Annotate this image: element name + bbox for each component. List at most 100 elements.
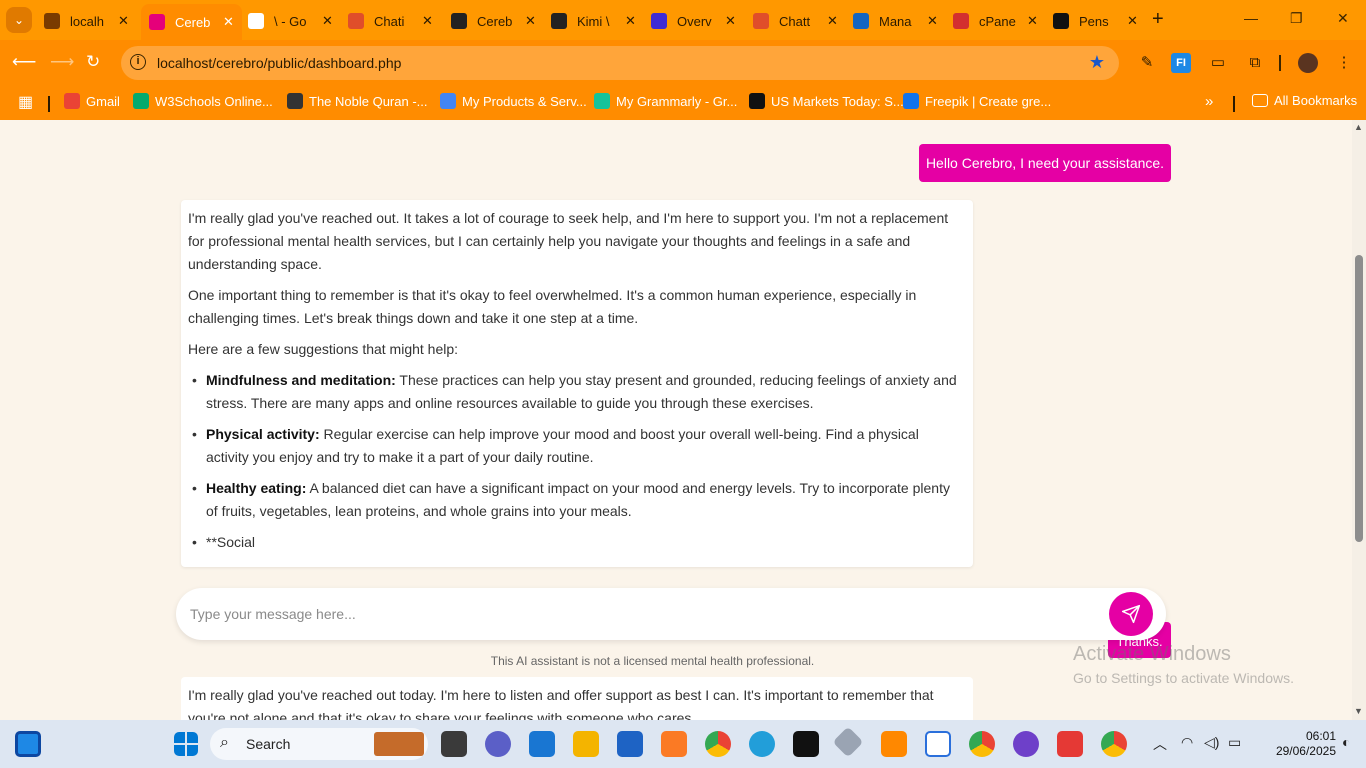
- tab-close-icon[interactable]: ✕: [322, 13, 333, 29]
- more-bookmarks-chevron-icon[interactable]: »: [1205, 93, 1213, 110]
- tab-close-icon[interactable]: ✕: [725, 13, 736, 29]
- volume-icon[interactable]: ◁): [1204, 734, 1219, 751]
- scroll-up-arrow-icon[interactable]: ▲: [1354, 122, 1363, 132]
- tab-close-icon[interactable]: ✕: [827, 13, 838, 29]
- tab-close-icon[interactable]: ✕: [625, 13, 636, 29]
- bookmark-item[interactable]: Freepik | Create gre...: [903, 93, 1051, 109]
- message-input[interactable]: [190, 602, 1090, 626]
- widgets-icon[interactable]: [15, 731, 41, 757]
- snipping-tool-icon[interactable]: [925, 731, 951, 757]
- url-text[interactable]: localhost/cerebro/public/dashboard.php: [157, 55, 401, 71]
- browser-tab[interactable]: Mana ✕: [845, 6, 946, 36]
- browser-tab[interactable]: localh ✕: [36, 6, 137, 36]
- message-input-bar: [176, 588, 1166, 640]
- bot-paragraph: Here are a few suggestions that might he…: [188, 341, 459, 357]
- chrome-profile-icon[interactable]: [969, 731, 995, 757]
- new-tab-button[interactable]: +: [1152, 8, 1164, 31]
- browser-tab[interactable]: \ - Go ✕: [240, 6, 341, 36]
- inkscape-icon[interactable]: [793, 731, 819, 757]
- start-windows-icon[interactable]: [174, 732, 198, 756]
- chat-area: Hello Cerebro, I need your assistance. I…: [0, 120, 1352, 720]
- tab-close-icon[interactable]: ✕: [1127, 13, 1138, 29]
- kimi-icon: [551, 13, 567, 29]
- suggestion-title: Healthy eating:: [206, 480, 307, 496]
- scrollbar-thumb[interactable]: [1355, 255, 1363, 542]
- battery-icon[interactable]: ▭: [1228, 734, 1241, 751]
- page-scrollbar[interactable]: ▲ ▼: [1352, 120, 1366, 720]
- search-icon: ⌕: [220, 734, 229, 751]
- chrome-icon[interactable]: [705, 731, 731, 757]
- back-button[interactable]: ⟵: [12, 52, 36, 72]
- tab-close-icon[interactable]: ✕: [118, 13, 129, 29]
- tab-close-icon[interactable]: ✕: [927, 13, 938, 29]
- bookmark-item[interactable]: US Markets Today: S...: [749, 93, 904, 109]
- bookmark-item[interactable]: Gmail: [64, 93, 120, 109]
- bookmark-item[interactable]: The Noble Quran -...: [287, 93, 428, 109]
- tab-title: Overv: [677, 13, 712, 29]
- cpanel-icon: [953, 13, 969, 29]
- extensions-puzzle-icon[interactable]: ⧉: [1245, 53, 1265, 73]
- browser-tab[interactable]: Kimi \ ✕: [543, 6, 644, 36]
- bookmark-label: US Markets Today: S...: [771, 93, 904, 109]
- forward-button[interactable]: ⟶: [50, 52, 74, 72]
- chrome-alt-icon[interactable]: [1101, 731, 1127, 757]
- bookmark-item[interactable]: My Products & Serv...: [440, 93, 587, 109]
- bookmark-item[interactable]: My Grammarly - Gr...: [594, 93, 737, 109]
- suggestion-list: Mindfulness and meditation: These practi…: [192, 369, 965, 554]
- close-window-button[interactable]: ✕: [1337, 10, 1349, 27]
- tab-close-icon[interactable]: ✕: [223, 14, 234, 30]
- xampp-icon[interactable]: [661, 731, 687, 757]
- address-bar[interactable]: i localhost/cerebro/public/dashboard.php…: [121, 46, 1119, 80]
- fi-extension-icon[interactable]: FI: [1171, 53, 1191, 73]
- site-info-icon[interactable]: i: [130, 54, 146, 70]
- browser-menu-icon[interactable]: ⋮: [1334, 53, 1354, 73]
- app-icon[interactable]: [617, 731, 643, 757]
- browser-tab[interactable]: cPane ✕: [945, 6, 1046, 36]
- task-view-icon[interactable]: [441, 731, 467, 757]
- vscode-icon[interactable]: [529, 731, 555, 757]
- cast-icon[interactable]: ▭: [1208, 53, 1228, 73]
- reload-button[interactable]: ↻: [86, 52, 100, 72]
- pen-extension-icon[interactable]: ✎: [1137, 53, 1157, 73]
- browser-tab[interactable]: Cereb ✕: [141, 4, 242, 40]
- browser-tab[interactable]: Pens ✕: [1045, 6, 1146, 36]
- bookmark-item[interactable]: W3Schools Online...: [133, 93, 273, 109]
- system-clock[interactable]: 06:01 29/06/2025: [1256, 729, 1336, 759]
- bookmark-label: Gmail: [86, 93, 120, 109]
- bookmarks-bar: ▦ Gmail W3Schools Online... The Noble Qura…: [0, 86, 1366, 120]
- overview-icon: [651, 13, 667, 29]
- chart-icon: [44, 13, 60, 29]
- github-icon[interactable]: [1013, 731, 1039, 757]
- vlc-icon[interactable]: [881, 731, 907, 757]
- wifi-icon[interactable]: ◠: [1181, 734, 1193, 751]
- app-icon[interactable]: [832, 726, 864, 758]
- taskbar-search[interactable]: ⌕ Search: [210, 728, 428, 760]
- tab-close-icon[interactable]: ✕: [1027, 13, 1038, 29]
- send-button[interactable]: [1109, 592, 1153, 636]
- tab-search-button[interactable]: ⌄: [6, 7, 32, 33]
- tab-close-icon[interactable]: ✕: [422, 13, 433, 29]
- profile-avatar[interactable]: [1298, 53, 1318, 73]
- codepen-icon: [1053, 13, 1069, 29]
- tab-close-icon[interactable]: ✕: [525, 13, 536, 29]
- send-icon: [1121, 604, 1141, 624]
- search-label: Search: [246, 736, 291, 752]
- telegram-icon[interactable]: [749, 731, 775, 757]
- bookmark-star-icon[interactable]: ★: [1089, 52, 1105, 73]
- browser-tab[interactable]: Cereb ✕: [443, 6, 544, 36]
- browser-tab[interactable]: Chatt ✕: [745, 6, 846, 36]
- apps-grid-icon[interactable]: ▦: [18, 92, 33, 112]
- browser-tab[interactable]: Chati ✕: [340, 6, 441, 36]
- suggestion-item: Physical activity: Regular exercise can …: [192, 423, 965, 469]
- scroll-down-arrow-icon[interactable]: ▼: [1354, 706, 1363, 716]
- maximize-button[interactable]: ❐: [1290, 10, 1303, 27]
- file-explorer-icon[interactable]: [573, 731, 599, 757]
- minimize-button[interactable]: —: [1244, 10, 1258, 26]
- browser-tab[interactable]: Overv ✕: [643, 6, 744, 36]
- notifications-icon[interactable]: ◐: [1342, 734, 1350, 750]
- all-bookmarks-folder[interactable]: All Bookmarks: [1252, 93, 1357, 108]
- wps-office-icon[interactable]: [1057, 731, 1083, 757]
- teams-icon[interactable]: [485, 731, 511, 757]
- tray-overflow-chevron-icon[interactable]: ︿: [1153, 734, 1167, 754]
- watermark-title: Activate Windows: [1073, 643, 1231, 665]
